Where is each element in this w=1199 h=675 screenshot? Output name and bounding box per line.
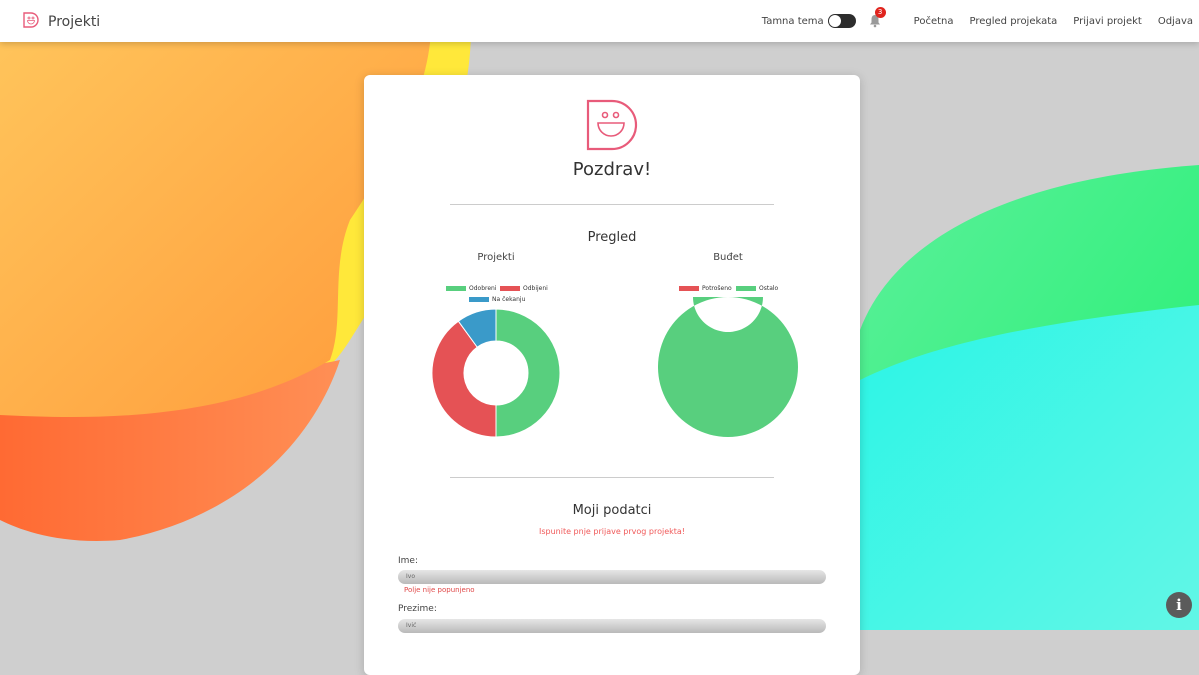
ime-field[interactable]: Ivo xyxy=(398,570,826,584)
legend-item[interactable]: Potrošeno xyxy=(679,285,732,292)
ime-error: Polje nije popunjeno xyxy=(404,586,475,594)
legend-item[interactable]: Odbijeni xyxy=(500,285,548,292)
ime-value: Ivo xyxy=(406,573,415,580)
legend-label: Na čekanju xyxy=(492,296,526,303)
budget-chart-title: Buđet xyxy=(713,252,743,263)
overview-title: Pregled xyxy=(587,230,637,245)
dark-theme-toggle[interactable] xyxy=(827,14,856,28)
nav-link-odjava[interactable]: Odjava xyxy=(1158,16,1193,27)
prezime-label: Prezime: xyxy=(398,604,437,614)
dashboard-card: Pozdrav! Pregled Projekti Buđet Odobreni… xyxy=(364,75,860,675)
prezime-value: Ivić xyxy=(406,622,417,629)
brand[interactable]: Projekti xyxy=(22,11,100,33)
nav-link-pocetna[interactable]: Početna xyxy=(914,16,954,27)
warning-message: Ispunite pnje prijave prvog projekta! xyxy=(538,527,686,536)
legend-swatch xyxy=(469,297,489,302)
nav-right: Tamna tema 3 Početna Pregled projekata P… xyxy=(762,0,1193,42)
legend-swatch xyxy=(736,286,756,291)
divider xyxy=(450,477,774,478)
donut-slice[interactable] xyxy=(495,309,560,437)
info-icon: i xyxy=(1176,596,1182,614)
my-data-title: Moji podatci xyxy=(572,503,652,518)
dark-theme-label: Tamna tema xyxy=(761,15,824,27)
legend-item[interactable]: Odobreni xyxy=(446,285,497,292)
legend-label: Ostalo xyxy=(759,285,779,292)
toggle-knob xyxy=(828,15,841,27)
budget-donut-chart xyxy=(658,297,798,437)
legend-item[interactable]: Na čekanju xyxy=(469,296,525,303)
ime-label: Ime: xyxy=(398,556,418,566)
divider xyxy=(450,204,774,205)
notification-badge: 3 xyxy=(874,7,886,18)
legend-swatch xyxy=(500,286,520,291)
legend-swatch xyxy=(679,286,699,291)
legend-swatch xyxy=(446,286,466,291)
nav-link-pregled-projekata[interactable]: Pregled projekata xyxy=(970,16,1058,27)
top-navbar: Projekti Tamna tema 3 Početna Pregled pr… xyxy=(0,0,1199,42)
info-button[interactable]: i xyxy=(1166,592,1192,618)
greeting: Pozdrav! xyxy=(572,159,652,180)
notifications-button[interactable]: 3 xyxy=(868,7,886,29)
projects-donut-chart xyxy=(432,309,560,437)
legend-item[interactable]: Ostalo xyxy=(736,285,778,292)
app-title: Projekti xyxy=(48,14,101,30)
legend-label: Potrošeno xyxy=(702,285,732,292)
legend-label: Odobreni xyxy=(469,285,497,292)
logo-icon xyxy=(22,11,40,33)
logo-large-icon xyxy=(584,97,640,157)
legend-label: Odbijeni xyxy=(523,285,548,292)
prezime-field[interactable]: Ivić xyxy=(398,619,826,633)
nav-link-prijavi-projekt[interactable]: Prijavi projekt xyxy=(1073,16,1142,27)
projects-chart-title: Projekti xyxy=(477,252,515,263)
